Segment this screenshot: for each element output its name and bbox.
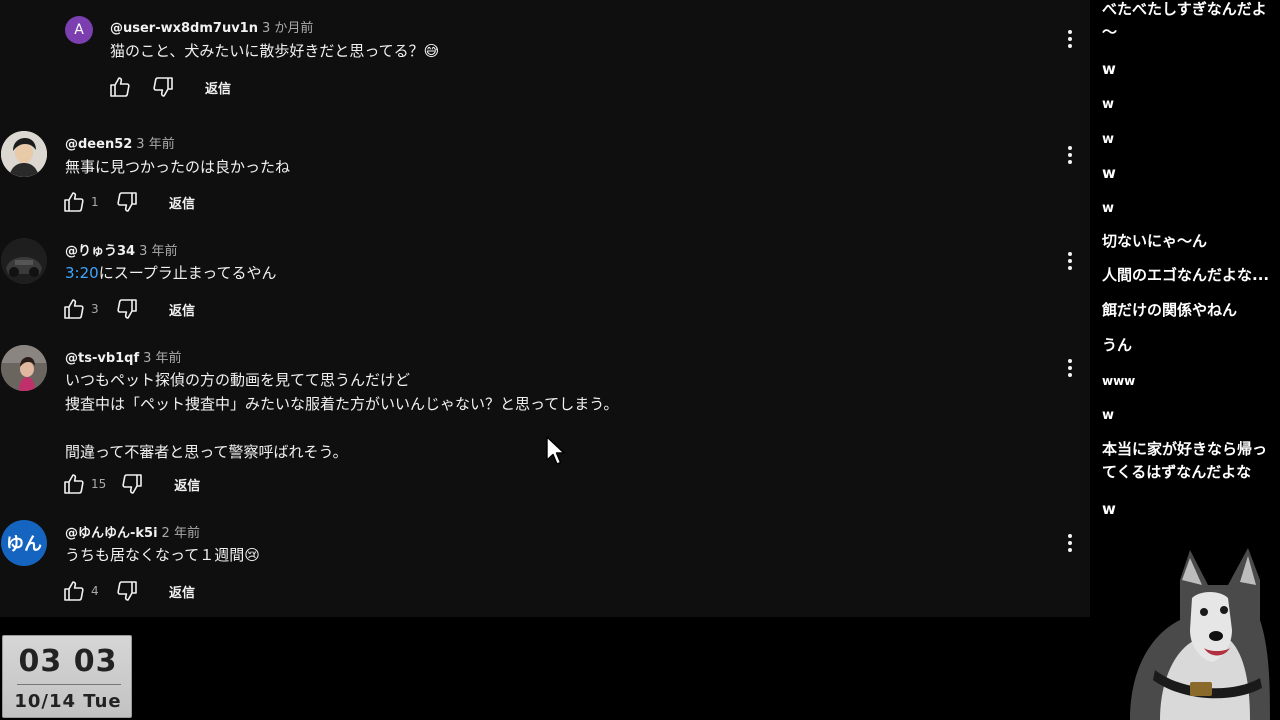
comment-author[interactable]: @user-wx8dm7uv1n bbox=[110, 21, 258, 36]
chat-message: w bbox=[1102, 408, 1115, 423]
avatar-letter: A bbox=[74, 22, 84, 38]
comment-text: 3:20にスープラ止まってるやん bbox=[65, 261, 276, 285]
comment-author[interactable]: @りゅう34 bbox=[65, 244, 135, 259]
thumbs-down-icon[interactable] bbox=[151, 75, 175, 99]
thumbs-down-icon[interactable] bbox=[115, 190, 139, 214]
like-count: 4 bbox=[91, 584, 99, 598]
reply-button[interactable]: 返信 bbox=[169, 582, 195, 601]
more-options-icon[interactable] bbox=[1060, 143, 1080, 167]
chat-message: w bbox=[1102, 132, 1115, 147]
thumbs-up-icon[interactable] bbox=[62, 579, 86, 603]
avatar[interactable]: A bbox=[65, 16, 93, 44]
comments-section: A @user-wx8dm7uv1n 3 か月前 猫のこと、犬みたいに散歩好きだと… bbox=[0, 0, 1090, 617]
comment-actions: 3 返信 bbox=[62, 297, 195, 321]
comment-time[interactable]: 3 年前 bbox=[136, 137, 174, 152]
more-options-icon[interactable] bbox=[1060, 531, 1080, 555]
clock-time: 03 03 bbox=[18, 644, 118, 679]
comment-text: うちも居なくなって１週間😢 bbox=[65, 546, 260, 564]
comment-text: いつもペット探偵の方の動画を見てて思うんだけど 捜査中は「ペット捜査中」みたいな… bbox=[65, 371, 619, 461]
thumbs-down-icon[interactable] bbox=[115, 579, 139, 603]
mouse-cursor-icon bbox=[546, 436, 565, 465]
chat-message: w bbox=[1102, 97, 1115, 112]
avatar[interactable]: ゆん bbox=[1, 520, 47, 566]
reply-button[interactable]: 返信 bbox=[174, 475, 200, 494]
like-count: 1 bbox=[91, 195, 99, 209]
avatar-text: ゆん bbox=[6, 534, 42, 555]
comment-time[interactable]: 2 年前 bbox=[162, 526, 200, 541]
chat-message: 本当に家が好きなら帰っ てくるはずなんだよな bbox=[1102, 440, 1268, 481]
comment-actions: 返信 bbox=[108, 75, 231, 99]
clock-date: 10/14 Tue bbox=[14, 691, 122, 712]
chat-message: 餌だけの関係やねん bbox=[1102, 301, 1238, 319]
comment-meta: @user-wx8dm7uv1n 3 か月前 bbox=[110, 17, 313, 36]
more-options-icon[interactable] bbox=[1060, 356, 1080, 380]
comment-meta: @りゅう34 3 年前 bbox=[65, 240, 178, 259]
chat-message: べたべたしすぎなんだよ 〜 bbox=[1102, 0, 1267, 41]
like-count: 15 bbox=[91, 477, 107, 491]
thumbs-down-icon[interactable] bbox=[120, 472, 144, 496]
reply-button[interactable]: 返信 bbox=[169, 193, 195, 212]
more-options-icon[interactable] bbox=[1060, 27, 1080, 51]
comment-actions: 4 返信 bbox=[62, 579, 195, 603]
more-options-icon[interactable] bbox=[1060, 249, 1080, 273]
chat-message: 人間のエゴなんだよな... bbox=[1102, 266, 1270, 284]
comment-time[interactable]: 3 か月前 bbox=[262, 21, 313, 36]
chat-message: うん bbox=[1102, 336, 1133, 354]
avatar-image bbox=[1, 238, 47, 284]
chat-message: www bbox=[1102, 374, 1136, 388]
husky-mascot-image bbox=[1130, 548, 1270, 720]
chat-message: w bbox=[1102, 500, 1116, 518]
thumbs-up-icon[interactable] bbox=[62, 297, 86, 321]
comment-time[interactable]: 3 年前 bbox=[139, 244, 177, 259]
thumbs-up-icon[interactable] bbox=[62, 190, 86, 214]
comment-text: 猫のこと、犬みたいに散歩好きだと思ってる？😅 bbox=[110, 42, 440, 60]
thumbs-down-icon[interactable] bbox=[115, 297, 139, 321]
avatar[interactable] bbox=[1, 238, 47, 284]
comment-meta: @ts-vb1qf 3 年前 bbox=[65, 347, 182, 366]
chat-message: w bbox=[1102, 164, 1116, 182]
thumbs-up-icon[interactable] bbox=[108, 75, 132, 99]
avatar[interactable] bbox=[1, 131, 47, 177]
comment-meta: @deen52 3 年前 bbox=[65, 133, 175, 152]
thumbs-up-icon[interactable] bbox=[62, 472, 86, 496]
avatar[interactable] bbox=[1, 345, 47, 391]
avatar-image bbox=[1, 131, 47, 177]
reply-button[interactable]: 返信 bbox=[205, 78, 231, 97]
comment-text-rest: にスープラ止まってるやん bbox=[98, 264, 277, 282]
avatar-image bbox=[1, 345, 47, 391]
reply-button[interactable]: 返信 bbox=[169, 300, 195, 319]
comment-author[interactable]: @deen52 bbox=[65, 137, 132, 152]
comment-author[interactable]: @ゆんゆん-k5i bbox=[65, 526, 158, 541]
chat-message: 切ないにゃ〜ん bbox=[1102, 232, 1208, 250]
like-count: 3 bbox=[91, 302, 99, 316]
comment-author[interactable]: @ts-vb1qf bbox=[65, 351, 139, 366]
comment-text: 無事に見つかったのは良かったね bbox=[65, 158, 291, 176]
comment-time[interactable]: 3 年前 bbox=[143, 351, 181, 366]
chat-message: w bbox=[1102, 60, 1116, 78]
chat-message: w bbox=[1102, 201, 1115, 216]
clock-divider bbox=[17, 684, 121, 685]
clock-widget: 03 03 10/14 Tue bbox=[2, 635, 132, 718]
comment-meta: @ゆんゆん-k5i 2 年前 bbox=[65, 522, 200, 541]
comment-actions: 1 返信 bbox=[62, 190, 195, 214]
comment-actions: 15 返信 bbox=[62, 472, 200, 496]
bottom-bar bbox=[0, 617, 1090, 720]
timestamp-link[interactable]: 3:20 bbox=[65, 264, 99, 282]
